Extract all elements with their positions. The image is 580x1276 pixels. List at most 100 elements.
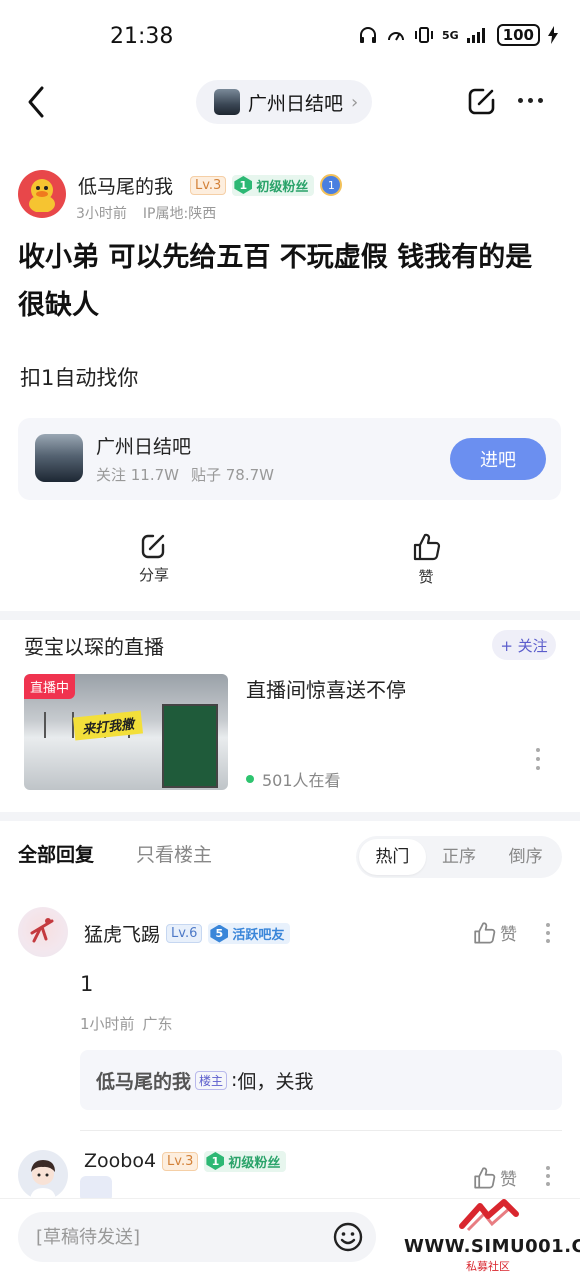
fan-badge: 1 初级粉丝 xyxy=(232,174,315,196)
live-banner: 来打我撒 xyxy=(72,710,144,741)
network-type: 5G xyxy=(442,28,459,42)
comment-author[interactable]: 猛虎飞踢 Lv.6 5 活跃吧友 xyxy=(84,920,291,947)
level-badge: Lv.3 xyxy=(162,1151,199,1171)
post-body: 扣1自动找你 xyxy=(20,366,139,390)
speed-icon xyxy=(388,32,404,41)
comment-like-label: 赞 xyxy=(500,925,517,945)
live-tag: 直播中 xyxy=(24,674,76,699)
status-time: 21:38 xyxy=(110,24,174,49)
comment-more-icon[interactable] xyxy=(546,1166,550,1186)
level-badge: Lv.3 xyxy=(190,175,227,195)
fan-label: 初级粉丝 xyxy=(256,179,309,195)
forum-pill[interactable]: 广州日结吧 › xyxy=(196,80,373,124)
reply-input[interactable] xyxy=(18,1212,376,1262)
tab-all-replies[interactable]: 全部回复 xyxy=(18,840,94,867)
chevron-right-icon: › xyxy=(351,91,359,113)
sub-reply[interactable]: 低马尾的我 楼主 : 佪，关我 xyxy=(80,1050,562,1110)
forum-avatar xyxy=(214,89,240,115)
more-icon[interactable] xyxy=(518,98,543,103)
gem-icon: 1 xyxy=(234,176,253,194)
comment-divider xyxy=(80,1130,562,1131)
vibrate-icon xyxy=(415,27,433,43)
status-icons: 5G 100 xyxy=(358,24,558,46)
thumbs-up-icon xyxy=(474,921,496,943)
watermark-text: WWW.SIMU001.CN xyxy=(404,1236,580,1257)
sub-reply-text: 佪，关我 xyxy=(237,1070,314,1093)
level-badge: Lv.6 xyxy=(166,924,203,943)
thumbs-up-icon xyxy=(413,533,441,561)
forum-card-avatar xyxy=(35,434,83,482)
comment-like-button[interactable]: 赞 xyxy=(472,1165,517,1190)
comment-avatar[interactable] xyxy=(18,907,68,957)
comment-location: 广东 xyxy=(142,1015,173,1033)
ip-location: IP属地:陕西 xyxy=(142,206,217,222)
follow-button[interactable]: + 关注 xyxy=(492,630,556,660)
share-icon xyxy=(141,534,165,559)
comment-text: 1 xyxy=(80,972,94,996)
op-tag: 楼主 xyxy=(195,1070,228,1090)
comment-time: 1小时前 xyxy=(80,1015,135,1033)
fan-badge: 1 初级粉丝 xyxy=(204,1150,287,1172)
emoji-icon[interactable] xyxy=(332,1221,364,1253)
enter-forum-button[interactable]: 进吧 xyxy=(450,438,546,480)
comment-meta: 1小时前 广东 xyxy=(80,1013,181,1034)
live-thumbnail[interactable]: 来打我撒 直播中 xyxy=(24,674,228,790)
share-button[interactable]: 分享 xyxy=(124,532,184,585)
comment-avatar[interactable] xyxy=(18,1150,68,1200)
forum-name: 广州日结吧 xyxy=(248,92,344,115)
live-section-title: 耍宝以琛的直播 xyxy=(24,635,164,659)
back-icon[interactable] xyxy=(22,84,52,120)
forum-card[interactable]: 广州日结吧 关注 11.7W 贴子 78.7W 进吧 xyxy=(18,418,561,500)
medal-icon: 1 xyxy=(320,174,343,196)
sort-asc[interactable]: 正序 xyxy=(426,839,493,875)
gem-icon: 1 xyxy=(206,1152,225,1170)
comment-like-label: 赞 xyxy=(500,1170,517,1190)
post-time: 3小时前 xyxy=(76,206,127,222)
share-label: 分享 xyxy=(138,566,169,584)
sort-toggle: 热门 正序 倒序 xyxy=(356,836,562,878)
gem-icon: 5 xyxy=(210,924,229,943)
live-viewers: 501人在看 xyxy=(246,767,341,791)
comment-more-icon[interactable] xyxy=(546,923,550,943)
comment-author[interactable]: Zoobo4 Lv.3 1 初级粉丝 xyxy=(84,1150,287,1172)
thumbs-up-icon xyxy=(474,1166,496,1188)
duck-avatar-icon xyxy=(29,179,55,212)
signal-icon xyxy=(466,28,485,43)
sort-hot[interactable]: 热门 xyxy=(359,839,426,875)
fan-label: 活跃吧友 xyxy=(232,928,285,943)
kick-avatar-icon xyxy=(30,918,54,943)
section-divider xyxy=(0,611,580,620)
viewer-count: 501人在看 xyxy=(262,771,341,790)
edit-icon[interactable] xyxy=(467,86,497,116)
post-title: 收小弟 可以先给五百 不玩虚假 钱我有的是 很缺人 xyxy=(18,242,533,321)
battery-level: 100 xyxy=(496,24,540,46)
sign-board xyxy=(162,704,218,788)
charging-icon xyxy=(548,26,558,44)
author-name[interactable]: 低马尾的我 xyxy=(78,172,173,199)
forum-card-name: 广州日结吧 xyxy=(96,436,192,458)
comment-author-name: 猛虎飞踢 xyxy=(84,924,161,946)
author-avatar[interactable] xyxy=(18,170,66,218)
sort-desc[interactable]: 倒序 xyxy=(492,839,559,875)
forum-posts: 贴子 78.7W xyxy=(191,466,274,484)
headphones-icon xyxy=(360,27,376,43)
post-meta: 3小时前 IP属地:陕西 xyxy=(76,203,232,223)
live-description[interactable]: 直播间惊喜送不停 xyxy=(246,674,406,703)
live-dot-icon xyxy=(246,775,254,783)
forum-followers: 关注 11.7W xyxy=(96,466,179,484)
comment-author-name: Zoobo4 xyxy=(84,1150,157,1172)
comment-like-button[interactable]: 赞 xyxy=(472,920,517,945)
watermark-subtext: 私募社区 xyxy=(466,1260,510,1273)
like-label: 赞 xyxy=(418,568,434,586)
like-button[interactable]: 赞 xyxy=(396,532,456,587)
author-badges: Lv.3 1 初级粉丝 1 xyxy=(190,174,343,196)
live-more-icon[interactable] xyxy=(536,748,540,770)
sub-reply-author: 低马尾的我 xyxy=(96,1070,192,1093)
forum-card-stats: 关注 11.7W 贴子 78.7W xyxy=(96,464,286,485)
tab-op-only[interactable]: 只看楼主 xyxy=(136,840,212,867)
boy-avatar-icon xyxy=(30,1160,56,1200)
section-divider xyxy=(0,812,580,821)
fan-badge: 5 活跃吧友 xyxy=(208,923,291,944)
watermark-logo xyxy=(459,1199,519,1232)
fan-label: 初级粉丝 xyxy=(228,1155,281,1171)
